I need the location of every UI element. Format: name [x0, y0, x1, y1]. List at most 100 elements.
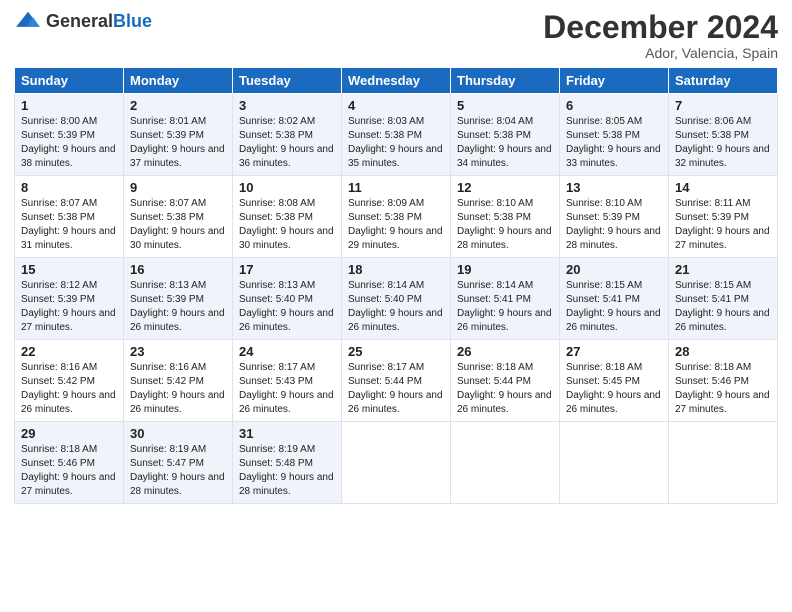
- calendar-cell: [669, 422, 778, 504]
- calendar-week-2: 15 Sunrise: 8:12 AMSunset: 5:39 PMDaylig…: [15, 258, 778, 340]
- calendar-cell: [342, 422, 451, 504]
- day-number: 16: [130, 262, 226, 277]
- day-detail: Sunrise: 8:00 AMSunset: 5:39 PMDaylight:…: [21, 116, 116, 169]
- logo-general: General: [46, 11, 113, 31]
- calendar-cell: 17 Sunrise: 8:13 AMSunset: 5:40 PMDaylig…: [233, 258, 342, 340]
- day-number: 26: [457, 344, 553, 359]
- col-friday: Friday: [560, 68, 669, 94]
- calendar-cell: 27 Sunrise: 8:18 AMSunset: 5:45 PMDaylig…: [560, 340, 669, 422]
- day-detail: Sunrise: 8:04 AMSunset: 5:38 PMDaylight:…: [457, 116, 552, 169]
- day-detail: Sunrise: 8:02 AMSunset: 5:38 PMDaylight:…: [239, 116, 334, 169]
- day-detail: Sunrise: 8:19 AMSunset: 5:47 PMDaylight:…: [130, 444, 225, 497]
- day-detail: Sunrise: 8:16 AMSunset: 5:42 PMDaylight:…: [21, 362, 116, 415]
- calendar-cell: 16 Sunrise: 8:13 AMSunset: 5:39 PMDaylig…: [124, 258, 233, 340]
- calendar-cell: 13 Sunrise: 8:10 AMSunset: 5:39 PMDaylig…: [560, 176, 669, 258]
- day-number: 8: [21, 180, 117, 195]
- calendar-cell: 4 Sunrise: 8:03 AMSunset: 5:38 PMDayligh…: [342, 94, 451, 176]
- calendar-cell: 25 Sunrise: 8:17 AMSunset: 5:44 PMDaylig…: [342, 340, 451, 422]
- day-number: 22: [21, 344, 117, 359]
- logo-blue: Blue: [113, 11, 152, 31]
- calendar-cell: 24 Sunrise: 8:17 AMSunset: 5:43 PMDaylig…: [233, 340, 342, 422]
- day-detail: Sunrise: 8:14 AMSunset: 5:40 PMDaylight:…: [348, 280, 443, 333]
- day-number: 12: [457, 180, 553, 195]
- calendar-week-3: 22 Sunrise: 8:16 AMSunset: 5:42 PMDaylig…: [15, 340, 778, 422]
- day-number: 24: [239, 344, 335, 359]
- day-number: 25: [348, 344, 444, 359]
- calendar-cell: 9 Sunrise: 8:07 AMSunset: 5:38 PMDayligh…: [124, 176, 233, 258]
- calendar-cell: 14 Sunrise: 8:11 AMSunset: 5:39 PMDaylig…: [669, 176, 778, 258]
- calendar-cell: 19 Sunrise: 8:14 AMSunset: 5:41 PMDaylig…: [451, 258, 560, 340]
- calendar-cell: [560, 422, 669, 504]
- day-detail: Sunrise: 8:06 AMSunset: 5:38 PMDaylight:…: [675, 116, 770, 169]
- month-title: December 2024: [543, 10, 778, 45]
- calendar-cell: 20 Sunrise: 8:15 AMSunset: 5:41 PMDaylig…: [560, 258, 669, 340]
- day-number: 18: [348, 262, 444, 277]
- calendar-cell: 3 Sunrise: 8:02 AMSunset: 5:38 PMDayligh…: [233, 94, 342, 176]
- day-number: 30: [130, 426, 226, 441]
- day-number: 7: [675, 98, 771, 113]
- col-wednesday: Wednesday: [342, 68, 451, 94]
- day-detail: Sunrise: 8:18 AMSunset: 5:45 PMDaylight:…: [566, 362, 661, 415]
- day-detail: Sunrise: 8:03 AMSunset: 5:38 PMDaylight:…: [348, 116, 443, 169]
- day-detail: Sunrise: 8:17 AMSunset: 5:43 PMDaylight:…: [239, 362, 334, 415]
- calendar-week-4: 29 Sunrise: 8:18 AMSunset: 5:46 PMDaylig…: [15, 422, 778, 504]
- day-detail: Sunrise: 8:11 AMSunset: 5:39 PMDaylight:…: [675, 198, 770, 251]
- calendar-cell: 15 Sunrise: 8:12 AMSunset: 5:39 PMDaylig…: [15, 258, 124, 340]
- calendar-cell: 22 Sunrise: 8:16 AMSunset: 5:42 PMDaylig…: [15, 340, 124, 422]
- calendar-week-0: 1 Sunrise: 8:00 AMSunset: 5:39 PMDayligh…: [15, 94, 778, 176]
- logo-text: GeneralBlue: [46, 11, 152, 32]
- day-detail: Sunrise: 8:01 AMSunset: 5:39 PMDaylight:…: [130, 116, 225, 169]
- day-number: 15: [21, 262, 117, 277]
- weekday-header-row: Sunday Monday Tuesday Wednesday Thursday…: [15, 68, 778, 94]
- day-detail: Sunrise: 8:17 AMSunset: 5:44 PMDaylight:…: [348, 362, 443, 415]
- col-thursday: Thursday: [451, 68, 560, 94]
- day-detail: Sunrise: 8:18 AMSunset: 5:46 PMDaylight:…: [675, 362, 770, 415]
- col-saturday: Saturday: [669, 68, 778, 94]
- calendar-cell: 1 Sunrise: 8:00 AMSunset: 5:39 PMDayligh…: [15, 94, 124, 176]
- day-number: 14: [675, 180, 771, 195]
- calendar-cell: 2 Sunrise: 8:01 AMSunset: 5:39 PMDayligh…: [124, 94, 233, 176]
- calendar-body: 1 Sunrise: 8:00 AMSunset: 5:39 PMDayligh…: [15, 94, 778, 504]
- day-detail: Sunrise: 8:10 AMSunset: 5:39 PMDaylight:…: [566, 198, 661, 251]
- col-monday: Monday: [124, 68, 233, 94]
- calendar-cell: [451, 422, 560, 504]
- day-detail: Sunrise: 8:07 AMSunset: 5:38 PMDaylight:…: [21, 198, 116, 251]
- calendar-cell: 8 Sunrise: 8:07 AMSunset: 5:38 PMDayligh…: [15, 176, 124, 258]
- day-number: 28: [675, 344, 771, 359]
- day-detail: Sunrise: 8:13 AMSunset: 5:40 PMDaylight:…: [239, 280, 334, 333]
- day-number: 11: [348, 180, 444, 195]
- col-sunday: Sunday: [15, 68, 124, 94]
- day-number: 4: [348, 98, 444, 113]
- day-detail: Sunrise: 8:12 AMSunset: 5:39 PMDaylight:…: [21, 280, 116, 333]
- day-detail: Sunrise: 8:15 AMSunset: 5:41 PMDaylight:…: [566, 280, 661, 333]
- day-detail: Sunrise: 8:07 AMSunset: 5:38 PMDaylight:…: [130, 198, 225, 251]
- calendar-cell: 28 Sunrise: 8:18 AMSunset: 5:46 PMDaylig…: [669, 340, 778, 422]
- day-detail: Sunrise: 8:08 AMSunset: 5:38 PMDaylight:…: [239, 198, 334, 251]
- day-number: 21: [675, 262, 771, 277]
- calendar-cell: 30 Sunrise: 8:19 AMSunset: 5:47 PMDaylig…: [124, 422, 233, 504]
- day-number: 10: [239, 180, 335, 195]
- day-number: 27: [566, 344, 662, 359]
- calendar-cell: 7 Sunrise: 8:06 AMSunset: 5:38 PMDayligh…: [669, 94, 778, 176]
- logo: GeneralBlue: [14, 10, 152, 32]
- title-block: December 2024 Ador, Valencia, Spain: [543, 10, 778, 61]
- day-number: 2: [130, 98, 226, 113]
- col-tuesday: Tuesday: [233, 68, 342, 94]
- day-number: 1: [21, 98, 117, 113]
- day-number: 9: [130, 180, 226, 195]
- day-detail: Sunrise: 8:14 AMSunset: 5:41 PMDaylight:…: [457, 280, 552, 333]
- calendar-cell: 6 Sunrise: 8:05 AMSunset: 5:38 PMDayligh…: [560, 94, 669, 176]
- day-detail: Sunrise: 8:16 AMSunset: 5:42 PMDaylight:…: [130, 362, 225, 415]
- calendar-cell: 23 Sunrise: 8:16 AMSunset: 5:42 PMDaylig…: [124, 340, 233, 422]
- day-number: 19: [457, 262, 553, 277]
- calendar-cell: 11 Sunrise: 8:09 AMSunset: 5:38 PMDaylig…: [342, 176, 451, 258]
- calendar-week-1: 8 Sunrise: 8:07 AMSunset: 5:38 PMDayligh…: [15, 176, 778, 258]
- location: Ador, Valencia, Spain: [543, 45, 778, 61]
- day-number: 6: [566, 98, 662, 113]
- day-number: 23: [130, 344, 226, 359]
- day-number: 13: [566, 180, 662, 195]
- day-number: 20: [566, 262, 662, 277]
- calendar-header: Sunday Monday Tuesday Wednesday Thursday…: [15, 68, 778, 94]
- day-number: 3: [239, 98, 335, 113]
- calendar-cell: 31 Sunrise: 8:19 AMSunset: 5:48 PMDaylig…: [233, 422, 342, 504]
